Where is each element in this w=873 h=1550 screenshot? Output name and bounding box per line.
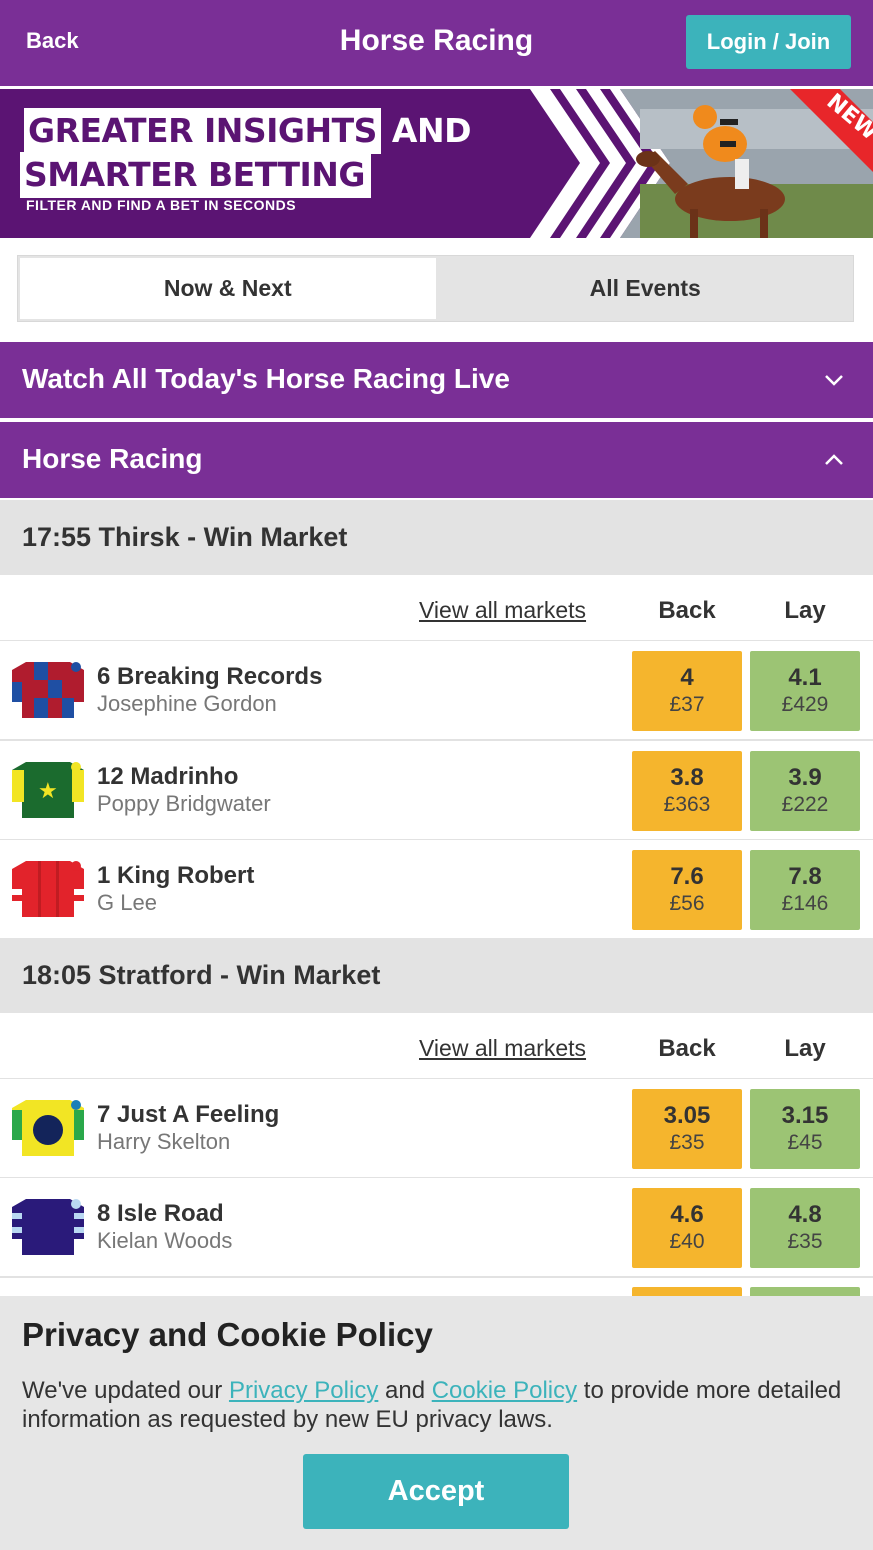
jockey-silk-icon: ★ — [12, 762, 84, 818]
lay-stake: £45 — [787, 1131, 823, 1154]
svg-text:★: ★ — [38, 779, 58, 804]
runner-name: 12 Madrinho — [97, 763, 239, 790]
cookie-title: Privacy and Cookie Policy — [22, 1316, 433, 1353]
back-odds-button[interactable]: 7.6 £56 — [632, 850, 742, 930]
back-stake: £35 — [669, 1131, 705, 1154]
horse-racing-section-header[interactable]: Horse Racing — [0, 422, 873, 498]
runner-row: 8 Isle Road Kielan Woods 4.6 £40 4.8 £35 — [0, 1178, 873, 1278]
back-stake: £37 — [669, 693, 705, 716]
lay-odds-button[interactable]: 3.9 £222 — [750, 751, 860, 831]
race-header[interactable]: 17:55 Thirsk - Win Market — [0, 500, 873, 575]
promo-banner[interactable]: GREATER INSIGHTS AND SMARTER BETTING FIL… — [0, 89, 873, 238]
back-odds-button[interactable]: 4 £37 — [632, 651, 742, 731]
top-bar: Back Horse Racing Login / Join — [0, 0, 873, 86]
view-all-markets-link[interactable]: View all markets — [419, 1035, 586, 1062]
jockey-silk-icon — [12, 662, 84, 718]
back-column-label: Back — [658, 597, 716, 624]
privacy-policy-link[interactable]: Privacy Policy — [229, 1377, 378, 1404]
lay-price: 4.1 — [788, 664, 822, 691]
lay-odds-button[interactable]: 3.15 £45 — [750, 1089, 860, 1169]
jockey-silk-icon — [12, 861, 84, 917]
event-tabs: Now & Next All Events — [17, 255, 854, 322]
lay-price: 7.8 — [788, 863, 822, 890]
horse-racing-label: Horse Racing — [22, 443, 203, 474]
jockey-name: Harry Skelton — [97, 1129, 231, 1154]
lay-column-label: Lay — [784, 597, 826, 624]
back-column-label: Back — [658, 1035, 716, 1062]
back-odds-button[interactable]: 3.05 £35 — [632, 1089, 742, 1169]
race-title: 18:05 Stratford - Win Market — [22, 960, 381, 990]
back-price: 7.6 — [670, 863, 704, 890]
back-stake: £40 — [669, 1230, 705, 1253]
cookie-policy-banner: Privacy and Cookie Policy We've updated … — [0, 1296, 873, 1550]
runner-row: 6 Breaking Records Josephine Gordon 4 £3… — [0, 641, 873, 741]
lay-stake: £222 — [781, 793, 829, 816]
runner-row: 1 King Robert G Lee 7.6 £56 7.8 £146 — [0, 840, 873, 940]
watch-live-section-header[interactable]: Watch All Today's Horse Racing Live — [0, 342, 873, 418]
runner-row: 7 Just A Feeling Harry Skelton 3.05 £35 … — [0, 1079, 873, 1179]
back-stake: £56 — [669, 892, 705, 915]
chevron-down-icon — [825, 375, 843, 386]
cookie-text-start: We've updated our — [22, 1377, 229, 1404]
market-column-header: View all markets Back Lay — [0, 576, 873, 642]
lay-price: 4.8 — [788, 1201, 822, 1228]
lay-stake: £429 — [781, 693, 829, 716]
banner-headline-1: GREATER INSIGHTS AND — [20, 108, 477, 154]
lay-price: 3.9 — [788, 764, 822, 791]
jockey-name: G Lee — [97, 890, 157, 915]
back-price: 3.8 — [670, 764, 704, 791]
jockey-name: Josephine Gordon — [97, 691, 277, 716]
back-price: 4.6 — [670, 1201, 704, 1228]
back-odds-button[interactable]: 4.6 £40 — [632, 1188, 742, 1268]
back-price: 4 — [680, 664, 694, 691]
lay-column-label: Lay — [784, 1035, 826, 1062]
banner-horse-image: NEW — [530, 89, 873, 238]
watch-live-label: Watch All Today's Horse Racing Live — [22, 363, 510, 394]
jockey-name: Kielan Woods — [97, 1228, 233, 1253]
lay-price: 3.15 — [781, 1102, 829, 1129]
chevron-up-icon — [825, 454, 843, 465]
lay-stake: £146 — [781, 892, 829, 915]
race-header[interactable]: 18:05 Stratford - Win Market — [0, 938, 873, 1013]
cookie-text-mid: and — [378, 1377, 432, 1404]
back-odds-button[interactable]: 3.8 £363 — [632, 751, 742, 831]
lay-odds-button[interactable]: 4.8 £35 — [750, 1188, 860, 1268]
jockey-name: Poppy Bridgwater — [97, 791, 271, 816]
back-price: 3.05 — [663, 1102, 711, 1129]
back-stake: £363 — [663, 793, 711, 816]
cookie-message: We've updated our Privacy Policy and Coo… — [22, 1376, 842, 1434]
lay-stake: £35 — [787, 1230, 823, 1253]
runner-name: 7 Just A Feeling — [97, 1101, 280, 1128]
runner-name: 8 Isle Road — [97, 1200, 224, 1227]
banner-headline-2: SMARTER BETTING — [20, 152, 371, 198]
lay-odds-button[interactable]: 7.8 £146 — [750, 850, 860, 930]
runner-name: 1 King Robert — [97, 862, 255, 889]
tab-now-next[interactable]: Now & Next — [18, 256, 438, 321]
tab-all-events[interactable]: All Events — [437, 256, 853, 321]
banner-headline-rest: AND — [391, 111, 472, 150]
accept-button[interactable]: Accept — [303, 1454, 569, 1529]
view-all-markets-link[interactable]: View all markets — [419, 597, 586, 624]
market-column-header: View all markets Back Lay — [0, 1014, 873, 1080]
runner-name: 6 Breaking Records — [97, 663, 323, 690]
cookie-policy-link[interactable]: Cookie Policy — [432, 1377, 577, 1404]
runner-row: ★ 12 Madrinho Poppy Bridgwater 3.8 £363 … — [0, 741, 873, 841]
lay-odds-button[interactable]: 4.1 £429 — [750, 651, 860, 731]
login-join-button[interactable]: Login / Join — [686, 15, 851, 69]
banner-headline-boxed: GREATER INSIGHTS — [24, 108, 381, 154]
banner-subline: FILTER AND FIND A BET IN SECONDS — [26, 197, 297, 213]
race-title: 17:55 Thirsk - Win Market — [22, 522, 348, 552]
jockey-silk-icon — [12, 1199, 84, 1255]
jockey-silk-icon — [12, 1100, 84, 1156]
